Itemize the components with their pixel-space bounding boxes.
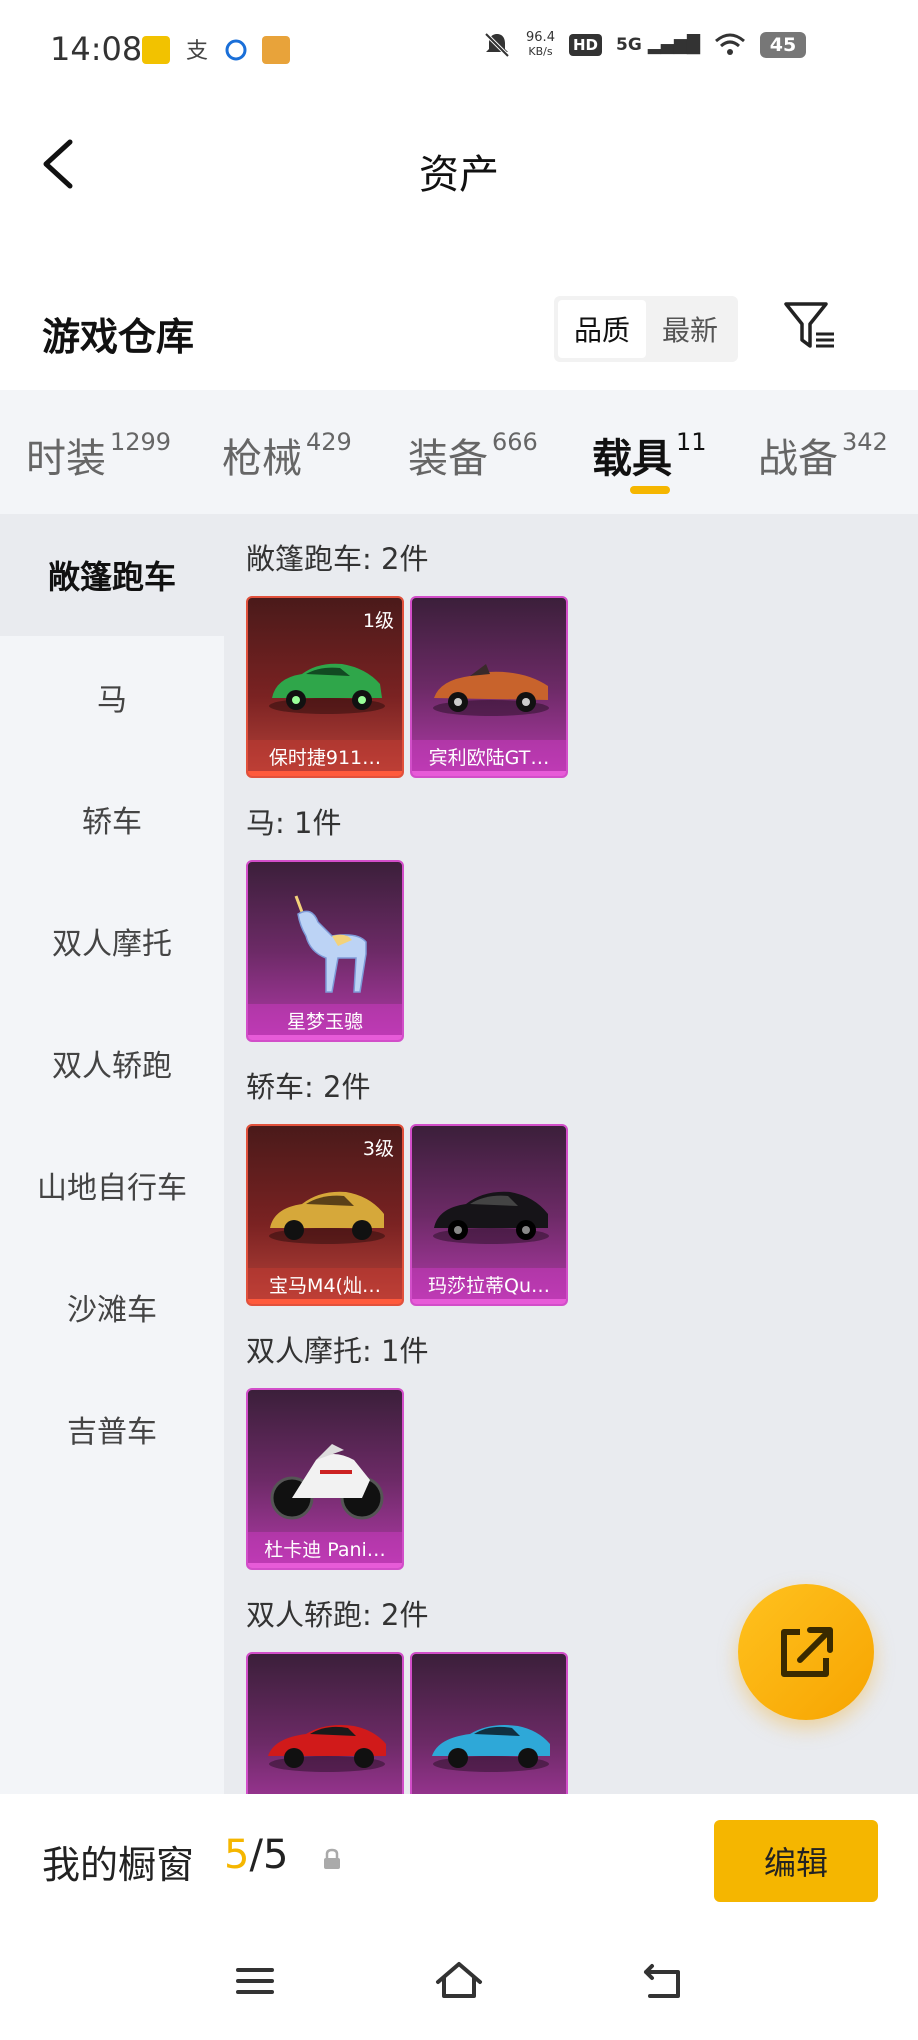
system-nav-bar: [0, 1914, 918, 2040]
back-icon[interactable]: [638, 1956, 688, 2006]
game-notification-icon: [262, 36, 290, 64]
rarity-bar: [248, 1035, 402, 1040]
vehicle-card[interactable]: 1级 保时捷911…: [246, 596, 404, 778]
vehicle-card[interactable]: [410, 1652, 568, 1794]
tab-label: 枪械: [222, 436, 302, 482]
showcase-count: 5/5: [224, 1832, 288, 1878]
rarity-bar: [248, 1299, 402, 1304]
category-tabs: 时装 1299 枪械 429 装备 666 载具 11 战备 342: [0, 390, 918, 514]
showcase-current: 5: [224, 1832, 250, 1878]
tab-count: 429: [306, 428, 352, 456]
vehicle-card[interactable]: 3级 宝马M4(灿…: [246, 1124, 404, 1306]
wifi-icon: [715, 33, 745, 55]
tab-label: 时装: [26, 436, 106, 482]
tab-count: 666: [492, 428, 538, 456]
sidebar-item-jeep[interactable]: 吉普车: [0, 1368, 224, 1490]
vehicle-card[interactable]: 杜卡迪 Pani…: [246, 1388, 404, 1570]
rarity-bar: [412, 1299, 566, 1304]
sidebar-item-mountain-bike[interactable]: 山地自行车: [0, 1124, 224, 1246]
unicorn-icon: [294, 895, 367, 993]
menu-icon[interactable]: [230, 1956, 280, 2006]
vehicle-card[interactable]: 玛莎拉蒂Qu…: [410, 1124, 568, 1306]
net-speed-unit: KB/s: [528, 45, 553, 58]
share-button[interactable]: [738, 1584, 874, 1720]
sort-newest-option[interactable]: 最新: [646, 300, 734, 358]
signal-indicator: 5G ▂▄▆█: [615, 35, 700, 55]
edit-button[interactable]: 编辑: [714, 1820, 878, 1902]
status-time: 14:08: [50, 30, 143, 68]
blue-sportscar-icon: [432, 1725, 550, 1772]
tab-label: 装备: [408, 436, 488, 482]
tab-count: 11: [676, 428, 707, 456]
mute-bell-icon: [484, 32, 510, 58]
net-speed-value: 96.4: [526, 30, 555, 45]
share-icon: [781, 1627, 833, 1677]
tab-equipment[interactable]: 装备 666: [408, 426, 538, 484]
status-app-icons: 支: [142, 36, 290, 64]
tab-vehicles[interactable]: 载具 11: [592, 426, 707, 484]
section-title: 敞篷跑车: 2件: [246, 542, 429, 576]
app-notification-icon: [142, 36, 170, 64]
motorcycle-icon: [270, 1444, 384, 1520]
sidebar-item-convertible[interactable]: 敞篷跑车: [0, 514, 224, 636]
home-icon[interactable]: [434, 1956, 484, 2006]
tab-count: 1299: [110, 428, 172, 456]
hd-badge: HD: [568, 34, 602, 56]
sidebar-item-coupe[interactable]: 双人轿跑: [0, 1002, 224, 1124]
alipay-icon: 支: [186, 39, 208, 64]
status-indicators: 96.4 KB/s HD 5G ▂▄▆█ 45: [482, 30, 806, 60]
sidebar-item-horse[interactable]: 马: [0, 636, 224, 758]
tab-firearms[interactable]: 枪械 429: [222, 426, 352, 484]
showcase-separator: /: [249, 1832, 263, 1878]
red-sportscar-icon: [268, 1725, 386, 1772]
section-title: 双人轿跑: 2件: [246, 1598, 429, 1632]
header: 资产: [0, 104, 918, 224]
black-car-icon: [433, 1191, 549, 1244]
rarity-bar: [248, 771, 402, 776]
sort-quality-option[interactable]: 品质: [558, 300, 646, 358]
rarity-bar: [412, 771, 566, 776]
showcase-label: 我的橱窗: [42, 1843, 195, 1887]
vehicle-type-sidebar: 敞篷跑车 马 轿车 双人摩托 双人轿跑 山地自行车 沙滩车 吉普车: [0, 514, 224, 1794]
sort-toggle: 品质 最新: [554, 296, 738, 362]
gold-car-icon: [269, 1191, 385, 1244]
signal-label: 5G: [615, 35, 642, 55]
vehicle-card[interactable]: [246, 1652, 404, 1794]
active-tab-indicator: [630, 486, 670, 494]
section-title: 轿车: 2件: [246, 1070, 371, 1104]
telecom-icon: [225, 39, 247, 61]
sidebar-item-sedan[interactable]: 轿车: [0, 758, 224, 880]
section-title: 马: 1件: [246, 806, 342, 840]
filter-icon[interactable]: [782, 298, 838, 354]
sidebar-item-beach-buggy[interactable]: 沙滩车: [0, 1246, 224, 1368]
page-title: 资产: [419, 152, 499, 198]
green-car-icon: [269, 663, 385, 714]
rarity-bar: [248, 1563, 402, 1568]
vehicle-card[interactable]: 宾利欧陆GT…: [410, 596, 568, 778]
lock-icon: [324, 1848, 340, 1869]
svg-text:支: 支: [186, 39, 208, 64]
status-bar: 14:08 支 96.4 KB/s HD 5G ▂▄▆█ 45: [0, 0, 918, 104]
tab-supplies[interactable]: 战备 342: [758, 426, 888, 484]
battery-indicator: 45: [760, 32, 806, 58]
warehouse-title: 游戏仓库: [42, 315, 195, 359]
tab-fashion[interactable]: 时装 1299: [26, 426, 171, 484]
showcase-panel: 我的橱窗 5/5 编辑: [0, 1794, 918, 1914]
orange-convertible-icon: [433, 664, 549, 716]
tab-count: 342: [842, 428, 888, 456]
tab-label: 战备: [758, 436, 838, 482]
showcase-total: 5: [262, 1832, 289, 1878]
section-title: 双人摩托: 1件: [246, 1334, 429, 1368]
tab-label: 载具: [592, 436, 672, 482]
net-speed: 96.4 KB/s: [526, 31, 555, 59]
vehicle-card[interactable]: 星梦玉骢: [246, 860, 404, 1042]
sidebar-item-motorcycle[interactable]: 双人摩托: [0, 880, 224, 1002]
